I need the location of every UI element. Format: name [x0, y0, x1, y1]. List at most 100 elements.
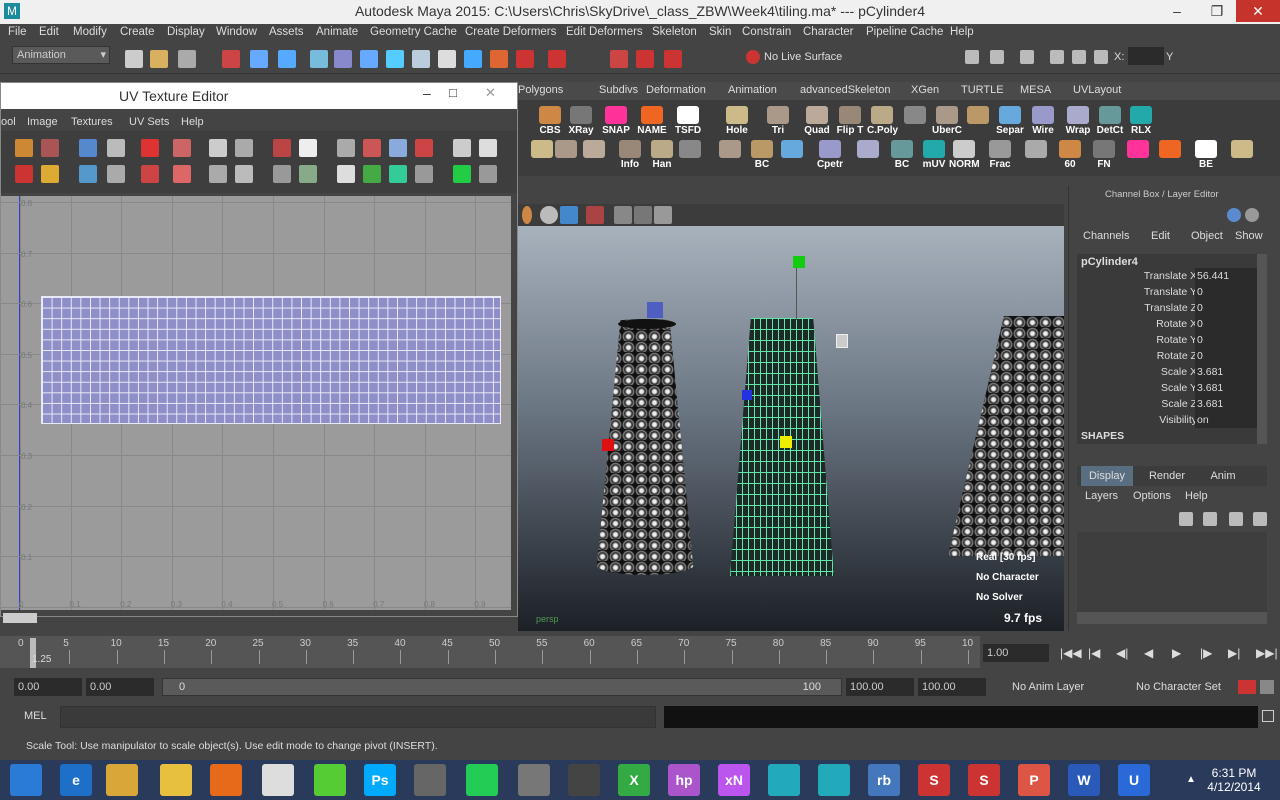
uv-tool-icon-b1[interactable] — [41, 165, 59, 183]
shelf-button-r1-9[interactable]: C.Poly — [867, 106, 898, 136]
menu-skeleton[interactable]: Skeleton — [652, 26, 697, 38]
object-name[interactable]: pCylinder4 — [1081, 256, 1138, 268]
uv-tool-icon-b6[interactable] — [209, 165, 227, 183]
channel-row[interactable]: Translate X 56.441 — [1079, 268, 1265, 284]
status-tool-icon-11[interactable] — [438, 50, 456, 68]
taskbar-app-icon-7[interactable]: Ps — [364, 764, 396, 796]
channel-menu-channels[interactable]: Channels — [1083, 230, 1129, 242]
layer-menu-options[interactable]: Options — [1133, 490, 1171, 502]
channel-attr-name[interactable]: Rotate X — [1156, 318, 1197, 330]
uv-maximize-button[interactable]: □ — [449, 85, 457, 100]
time-slider[interactable]: 0 5 10 15 20 25 30 35 40 45 50 55 60 65 70 75 80 85 90 95 10… — [0, 634, 1280, 674]
scale-x-handle[interactable] — [602, 439, 614, 451]
shelf-button-r1-1[interactable]: XRay — [566, 106, 596, 136]
shelf-button-r1-13[interactable]: Separ — [995, 106, 1025, 136]
taskbar-app-icon-11[interactable] — [568, 764, 600, 796]
shelf-tab-turtle[interactable]: TURTLE — [961, 84, 1004, 96]
taskbar-app-icon-10[interactable] — [518, 764, 550, 796]
channel-scrollbar[interactable] — [1257, 254, 1267, 444]
panel-layout-icon-4[interactable] — [1072, 50, 1086, 64]
uv-menu-uv-sets[interactable]: UV Sets — [129, 116, 169, 128]
isolate-icon[interactable] — [586, 206, 604, 224]
uv-tool-icon-a11[interactable] — [363, 139, 381, 157]
shelf-tab-uvlayout[interactable]: UVLayout — [1073, 84, 1121, 96]
menu-display[interactable]: Display — [167, 26, 205, 38]
channel-attr-value[interactable]: 3.681 — [1195, 364, 1257, 380]
shelf-button-r1-7[interactable]: Quad — [802, 106, 832, 136]
grid-icon[interactable] — [634, 206, 652, 224]
shelf-button-r1-3[interactable]: NAME — [637, 106, 667, 136]
shelf-tab-subdivs[interactable]: Subdivs — [599, 84, 638, 96]
shelf-button-r2-3[interactable]: Info — [615, 140, 645, 170]
shelf-button-r1-10[interactable] — [900, 106, 930, 125]
shelf-button-r1-6[interactable]: Tri — [763, 106, 793, 136]
channel-row[interactable]: Scale Z 3.681 — [1079, 396, 1265, 412]
channel-attr-name[interactable]: Rotate Y — [1156, 334, 1197, 346]
playback-button-2[interactable]: ◀| — [1116, 646, 1128, 660]
menu-edit-deformers[interactable]: Edit Deformers — [566, 26, 643, 38]
shelf-button-r2-19[interactable] — [1155, 140, 1185, 159]
shelf-button-r1-17[interactable]: RLX — [1126, 106, 1156, 136]
menu-create[interactable]: Create — [120, 26, 155, 38]
layer-tab-display[interactable]: Display — [1081, 466, 1133, 486]
minimize-button[interactable]: – — [1162, 0, 1192, 22]
3d-viewport[interactable]: Real [30 fps] No Character No Solver 9.7… — [518, 226, 1064, 631]
channel-attr-name[interactable]: Translate Z — [1144, 302, 1197, 314]
playback-button-1[interactable]: |◀ — [1088, 646, 1100, 660]
status-tool-icon-13[interactable] — [490, 50, 508, 68]
tray-up-arrow-icon[interactable]: ▲ — [1186, 774, 1196, 785]
channel-attr-name[interactable]: Visibility — [1159, 414, 1197, 426]
uv-minimize-button[interactable]: – — [423, 85, 431, 101]
uv-grid[interactable]: 0.8 0.7 0.6 0.5 0.4 0.3 0.2 0.1 0 0.1 0.2 0.3 0.4 0.5… — [1, 196, 511, 610]
uv-menu-ool[interactable]: ool — [1, 116, 16, 128]
clock[interactable]: 6:31 PM 4/12/2014 — [1204, 766, 1264, 794]
playback-button-3[interactable]: ◀ — [1144, 646, 1153, 660]
channel-attr-name[interactable]: Scale X — [1161, 366, 1197, 378]
status-tool-icon-7[interactable] — [334, 50, 352, 68]
layer-scrollbar[interactable] — [1077, 612, 1267, 624]
attribute-editor-icon[interactable] — [1245, 208, 1259, 222]
camera-icon[interactable] — [614, 206, 632, 224]
shelf-button-r1-8[interactable]: Flip T — [835, 106, 865, 136]
shelf-button-r1-15[interactable]: Wrap — [1063, 106, 1093, 136]
shelf-button-r2-2[interactable] — [579, 140, 609, 159]
menu-skin[interactable]: Skin — [709, 26, 731, 38]
layer-action-icon-2[interactable] — [1229, 512, 1243, 526]
channel-attr-value[interactable]: 3.681 — [1195, 380, 1257, 396]
uv-tool-icon-a14[interactable] — [453, 139, 471, 157]
channel-attr-name[interactable]: Translate X — [1144, 270, 1197, 282]
menu-assets[interactable]: Assets — [269, 26, 304, 38]
taskbar-app-icon-14[interactable]: xN — [718, 764, 750, 796]
shelf-button-r2-20[interactable]: BE — [1191, 140, 1221, 170]
uv-tool-icon-a0[interactable] — [15, 139, 33, 157]
channel-row[interactable]: Rotate X0 — [1079, 316, 1265, 332]
menu-create-deformers[interactable]: Create Deformers — [465, 26, 556, 38]
channel-attr-name[interactable]: Scale Z — [1161, 398, 1197, 410]
uv-tool-icon-a9[interactable] — [299, 139, 317, 157]
channel-attr-value[interactable]: 0 — [1195, 300, 1257, 316]
channel-menu-show[interactable]: Show — [1235, 230, 1263, 242]
playback-button-5[interactable]: |▶ — [1200, 646, 1212, 660]
shelf-button-r2-18[interactable] — [1123, 140, 1153, 159]
shelf-tab-polygons[interactable]: Polygons — [518, 84, 563, 96]
channel-menu-edit[interactable]: Edit — [1151, 230, 1170, 242]
menu-constrain[interactable]: Constrain — [742, 26, 791, 38]
scale-z-handle-2[interactable] — [742, 390, 752, 400]
menu-modify[interactable]: Modify — [73, 26, 107, 38]
shelf-tab-mesa[interactable]: MESA — [1020, 84, 1051, 96]
menu-window[interactable]: Window — [216, 26, 257, 38]
playback-button-0[interactable]: |◀◀ — [1060, 646, 1082, 660]
uv-tool-icon-b2[interactable] — [79, 165, 97, 183]
uv-menu-help[interactable]: Help — [181, 116, 204, 128]
taskbar-app-icon-19[interactable]: S — [968, 764, 1000, 796]
uv-menu-textures[interactable]: Textures — [71, 116, 113, 128]
scale-center-handle[interactable] — [780, 436, 792, 448]
channel-attr-name[interactable]: Scale Y — [1161, 382, 1197, 394]
channel-row[interactable]: Scale Y 3.681 — [1079, 380, 1265, 396]
shelf-button-r1-16[interactable]: DetCt — [1095, 106, 1125, 136]
menu-pipeline-cache[interactable]: Pipeline Cache — [866, 26, 943, 38]
channel-attr-value[interactable]: 0 — [1195, 332, 1257, 348]
status-tool-icon-6[interactable] — [310, 50, 328, 68]
channel-row[interactable]: Rotate Y0 — [1079, 332, 1265, 348]
menu-animate[interactable]: Animate — [316, 26, 358, 38]
